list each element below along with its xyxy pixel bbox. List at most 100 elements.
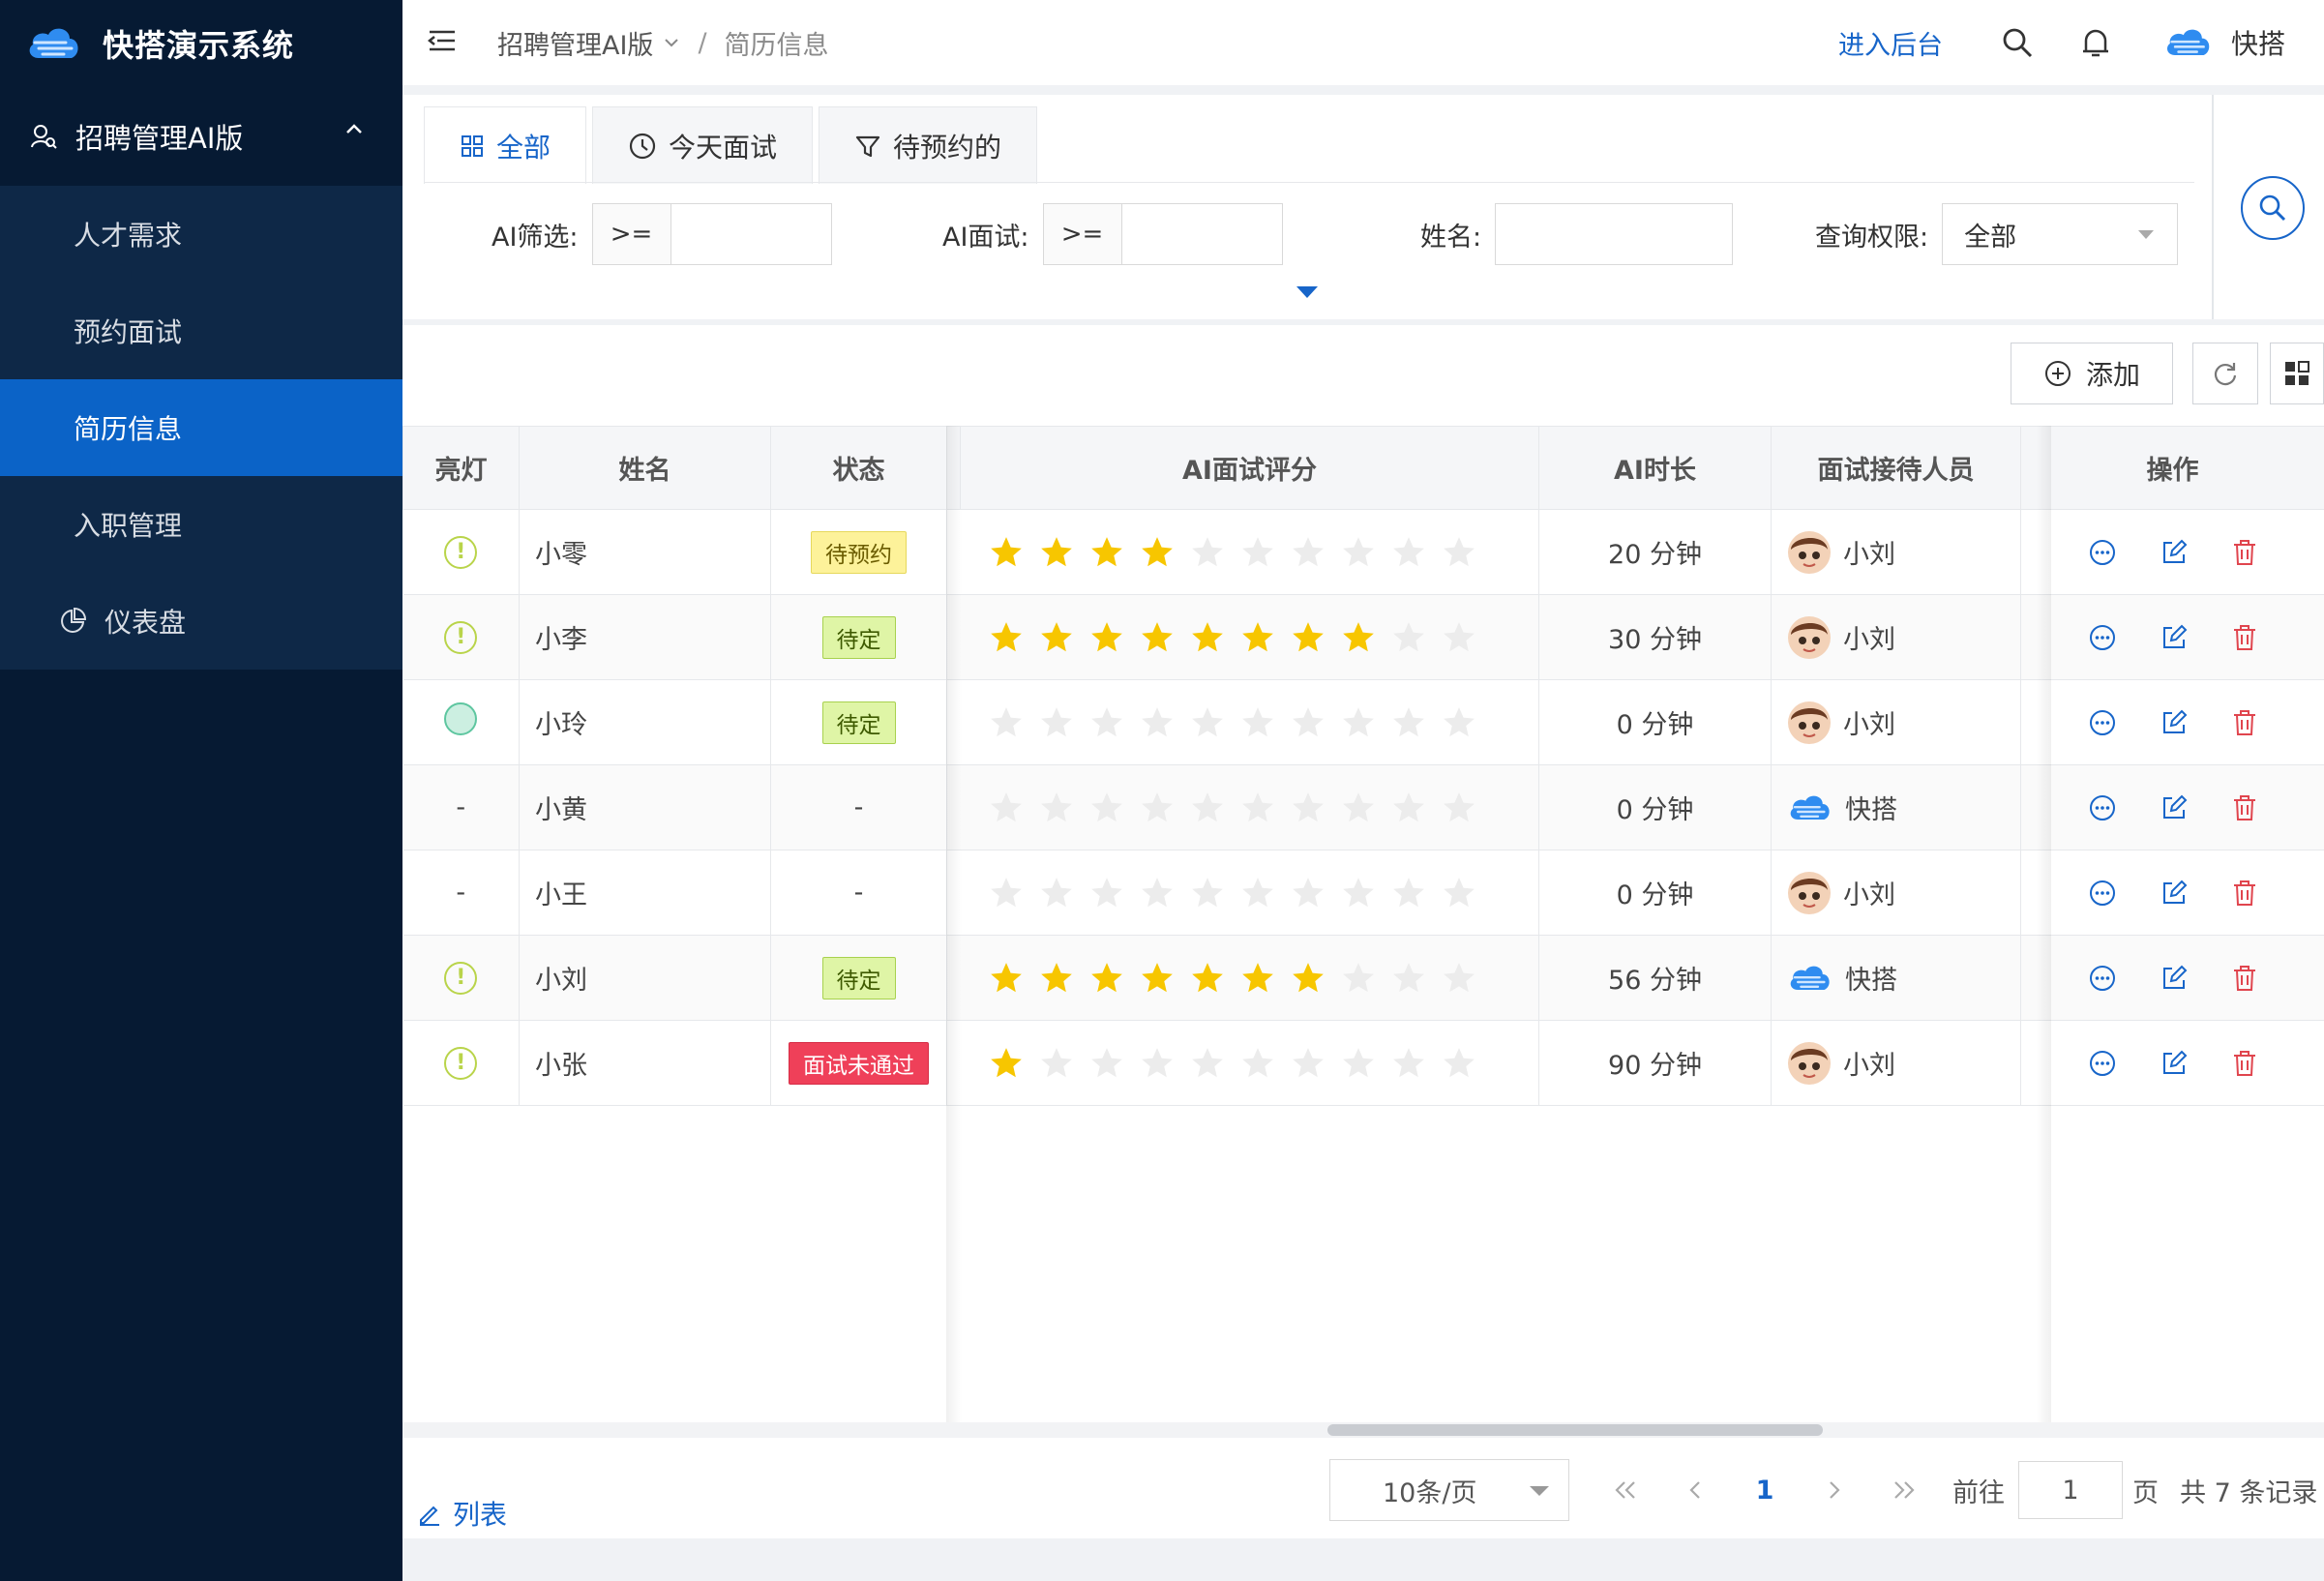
prev-page-icon[interactable] (1660, 1478, 1730, 1502)
star-icon[interactable] (1239, 619, 1276, 656)
star-icon[interactable] (1088, 1045, 1125, 1082)
star-icon[interactable] (1290, 619, 1326, 656)
star-icon[interactable] (1038, 960, 1075, 997)
star-icon[interactable] (1340, 790, 1377, 826)
star-rating[interactable] (961, 534, 1539, 571)
star-icon[interactable] (1088, 704, 1125, 741)
star-icon[interactable] (1441, 875, 1477, 911)
star-icon[interactable] (988, 704, 1025, 741)
star-icon[interactable] (1038, 534, 1075, 571)
star-icon[interactable] (1088, 534, 1125, 571)
edit-icon[interactable] (2160, 623, 2189, 652)
delete-icon[interactable] (2231, 793, 2258, 822)
chevron-down-icon[interactable] (663, 37, 680, 48)
star-icon[interactable] (1139, 875, 1176, 911)
star-icon[interactable] (1088, 619, 1125, 656)
message-icon[interactable] (2088, 708, 2117, 737)
star-icon[interactable] (1139, 619, 1176, 656)
star-rating[interactable] (961, 790, 1539, 826)
star-icon[interactable] (1088, 960, 1125, 997)
star-icon[interactable] (1038, 619, 1075, 656)
star-rating[interactable] (961, 704, 1539, 741)
star-icon[interactable] (1038, 704, 1075, 741)
search-icon[interactable] (2001, 26, 2034, 59)
table-row[interactable]: ! 小李 待定 30 分钟 小刘 (402, 594, 2324, 680)
star-rating[interactable] (961, 619, 1539, 656)
star-icon[interactable] (1340, 534, 1377, 571)
message-icon[interactable] (2088, 793, 2117, 822)
star-icon[interactable] (1189, 704, 1226, 741)
ai-screen-operator[interactable]: >= (591, 203, 671, 265)
star-icon[interactable] (1441, 534, 1477, 571)
col-header-receptionist[interactable]: 面试接待人员 (1771, 426, 2021, 510)
ai-screen-input[interactable] (670, 203, 832, 265)
star-icon[interactable] (1390, 875, 1427, 911)
message-icon[interactable] (2088, 538, 2117, 567)
edit-icon[interactable] (2160, 879, 2189, 908)
star-icon[interactable] (1239, 875, 1276, 911)
message-icon[interactable] (2088, 879, 2117, 908)
current-page[interactable]: 1 (1730, 1476, 1800, 1506)
edit-icon[interactable] (2160, 708, 2189, 737)
star-icon[interactable] (1088, 875, 1125, 911)
first-page-icon[interactable] (1591, 1478, 1660, 1502)
delete-icon[interactable] (2231, 538, 2258, 567)
star-icon[interactable] (1239, 534, 1276, 571)
scrollbar-thumb[interactable] (1327, 1424, 1823, 1436)
star-icon[interactable] (1441, 704, 1477, 741)
star-icon[interactable] (1441, 790, 1477, 826)
star-icon[interactable] (1340, 704, 1377, 741)
delete-icon[interactable] (2231, 879, 2258, 908)
star-icon[interactable] (1189, 534, 1226, 571)
tab-today-interview[interactable]: 今天面试 (592, 106, 814, 184)
menu-toggle-icon[interactable] (426, 26, 459, 59)
message-icon[interactable] (2088, 1049, 2117, 1078)
star-icon[interactable] (988, 960, 1025, 997)
star-icon[interactable] (988, 875, 1025, 911)
sidebar-item-talent-demand[interactable]: 人才需求 (0, 186, 402, 283)
star-icon[interactable] (1290, 790, 1326, 826)
last-page-icon[interactable] (1869, 1478, 1939, 1502)
star-icon[interactable] (1390, 790, 1427, 826)
list-view-link[interactable]: 列表 (416, 1494, 507, 1533)
star-icon[interactable] (1390, 619, 1427, 656)
star-icon[interactable] (1290, 875, 1326, 911)
star-icon[interactable] (1290, 534, 1326, 571)
message-icon[interactable] (2088, 623, 2117, 652)
col-header-name[interactable]: 姓名 (519, 426, 771, 510)
user-menu[interactable]: 快搭 (2163, 23, 2285, 62)
star-icon[interactable] (1239, 704, 1276, 741)
star-icon[interactable] (1189, 790, 1226, 826)
star-icon[interactable] (1340, 619, 1377, 656)
bell-icon[interactable] (2080, 26, 2111, 59)
star-icon[interactable] (1390, 704, 1427, 741)
page-size-select[interactable]: 10条/页 (1329, 1459, 1569, 1521)
star-icon[interactable] (1038, 875, 1075, 911)
table-row[interactable]: ! 小刘 待定 56 分钟 快搭 (402, 935, 2324, 1021)
scope-select[interactable]: 全部 (1942, 203, 2179, 265)
refresh-button[interactable] (2192, 343, 2258, 404)
star-icon[interactable] (1441, 619, 1477, 656)
star-icon[interactable] (1340, 960, 1377, 997)
star-rating[interactable] (961, 875, 1539, 911)
star-icon[interactable] (1441, 1045, 1477, 1082)
delete-icon[interactable] (2231, 964, 2258, 993)
ai-interview-input[interactable] (1121, 203, 1283, 265)
col-header-status[interactable]: 状态 (770, 426, 947, 510)
sidebar-item-resume[interactable]: 简历信息 (0, 379, 402, 476)
search-button[interactable] (2241, 176, 2305, 240)
star-icon[interactable] (1390, 960, 1427, 997)
star-rating[interactable] (961, 960, 1539, 997)
star-icon[interactable] (1290, 960, 1326, 997)
star-icon[interactable] (1441, 960, 1477, 997)
expand-filters-icon[interactable] (1296, 286, 1318, 298)
backend-link[interactable]: 进入后台 (1838, 24, 1943, 62)
star-icon[interactable] (988, 534, 1025, 571)
star-icon[interactable] (1390, 1045, 1427, 1082)
star-icon[interactable] (1189, 960, 1226, 997)
star-icon[interactable] (1088, 790, 1125, 826)
star-icon[interactable] (1390, 534, 1427, 571)
star-icon[interactable] (1290, 704, 1326, 741)
star-icon[interactable] (1038, 1045, 1075, 1082)
table-row[interactable]: ! 小零 待预约 20 分钟 小刘 (402, 509, 2324, 595)
